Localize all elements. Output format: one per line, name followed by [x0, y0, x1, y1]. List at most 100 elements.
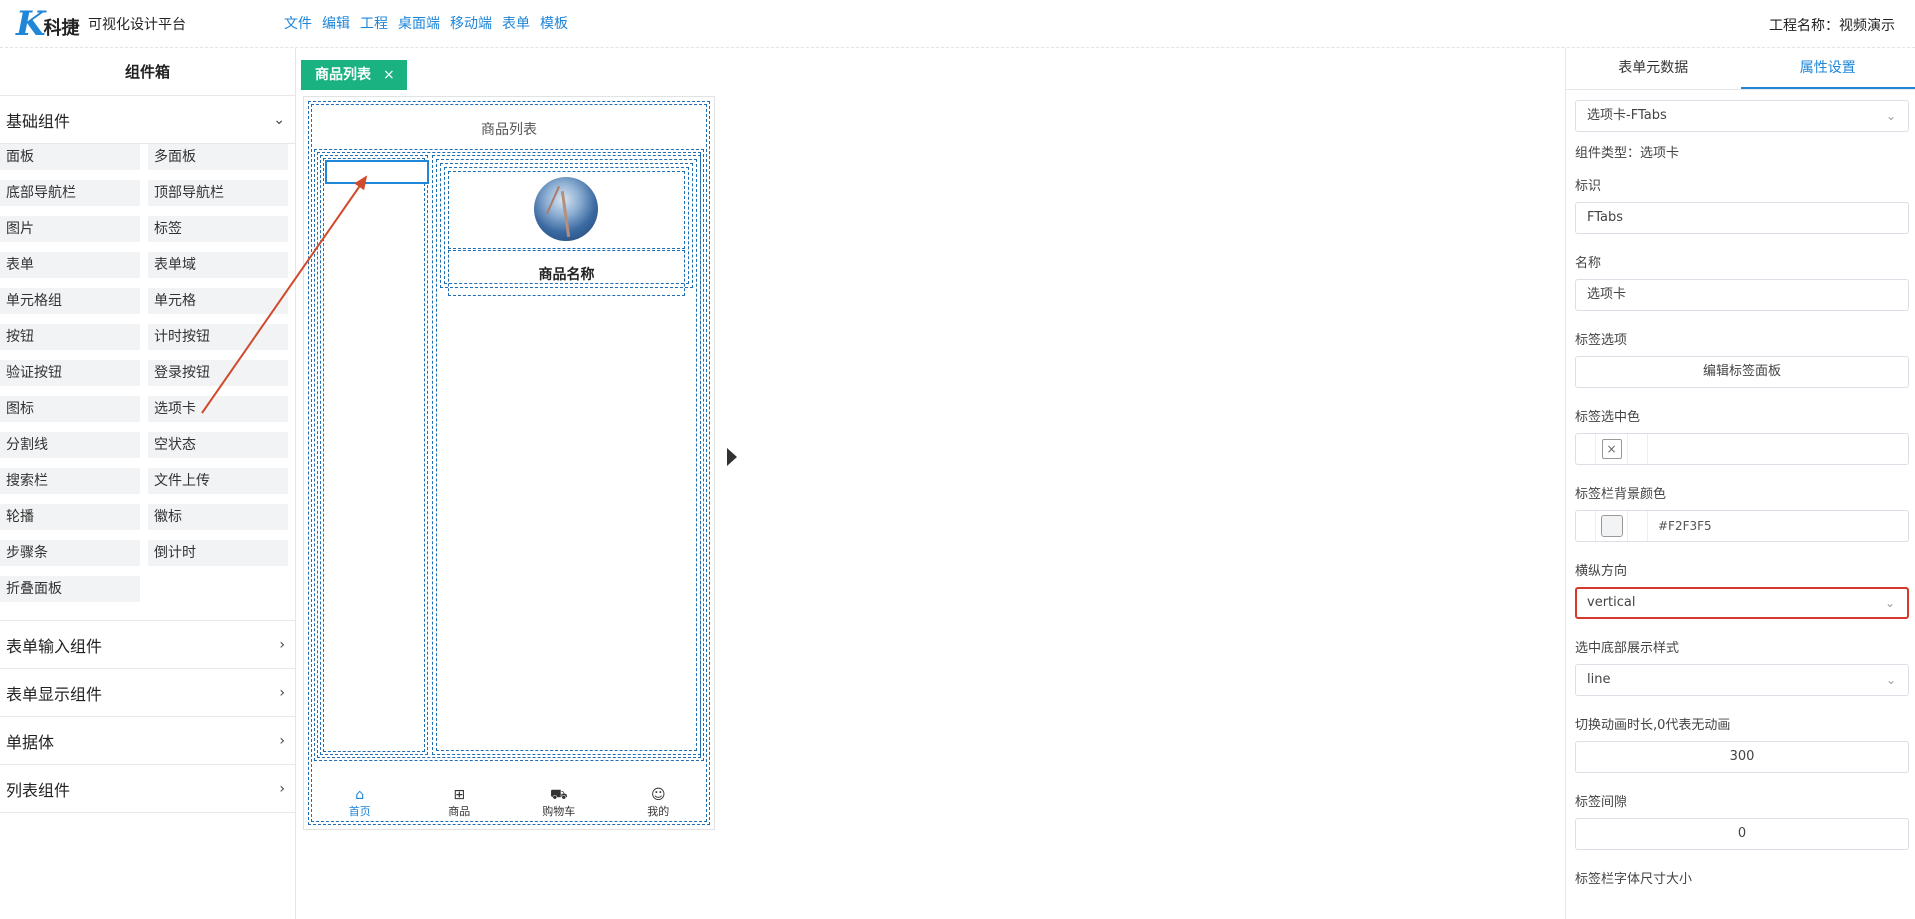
- smile-icon: ☺: [650, 787, 666, 803]
- name-input[interactable]: 选项卡: [1575, 279, 1909, 311]
- bar-bg-color-value[interactable]: #F2F3F5: [1648, 511, 1908, 541]
- color-swatch-box[interactable]: ×: [1596, 434, 1628, 464]
- panel-tabs: 表单元数据 属性设置: [1566, 48, 1915, 90]
- component-item[interactable]: 验证按钮: [0, 360, 140, 386]
- group-form-display[interactable]: 表单显示组件 ›: [0, 669, 295, 717]
- id-input[interactable]: FTabs: [1575, 202, 1909, 234]
- tabbar-label: 购物车: [542, 805, 576, 818]
- component-item[interactable]: 单元格组: [0, 288, 140, 314]
- component-item[interactable]: 空状态: [148, 432, 288, 458]
- main-menu: 文件 编辑 工程 桌面端 移动端 表单 模板: [284, 13, 568, 33]
- menu-form[interactable]: 表单: [502, 13, 530, 33]
- color-prefix: [1576, 511, 1596, 541]
- component-item[interactable]: 徽标: [148, 504, 288, 530]
- tabbar-item-goods[interactable]: ⊞ 商品: [410, 781, 510, 825]
- group-label: 单据体: [6, 732, 55, 752]
- menu-project[interactable]: 工程: [360, 13, 388, 33]
- component-item[interactable]: 多面板: [148, 144, 288, 170]
- chevron-down-icon: ⌄: [1884, 596, 1895, 610]
- chevron-down-icon: ⌄: [1885, 673, 1896, 687]
- component-item[interactable]: 计时按钮: [148, 324, 288, 350]
- color-swatch-box[interactable]: [1596, 511, 1628, 541]
- component-item[interactable]: 标签: [148, 216, 288, 242]
- component-select[interactable]: 选项卡-FTabs ⌄: [1575, 100, 1909, 132]
- chevron-right-icon: ›: [279, 684, 285, 701]
- component-item[interactable]: 轮播: [0, 504, 140, 530]
- product-image[interactable]: [534, 177, 598, 241]
- component-item[interactable]: 倒计时: [148, 540, 288, 566]
- tab-form-metadata[interactable]: 表单元数据: [1566, 48, 1741, 89]
- tabbar-label: 商品: [448, 805, 471, 818]
- component-type: 组件类型：选项卡: [1575, 146, 1680, 161]
- design-canvas: 商品列表 × 商品列表 商品名称 ⌂ 首页 ⊞ 商品 ⛟ 购物车 ☺ 我的: [297, 48, 1565, 919]
- color-prefix: [1576, 434, 1596, 464]
- mobile-preview: 商品列表 商品名称 ⌂ 首页 ⊞ 商品 ⛟ 购物车 ☺ 我的: [303, 96, 715, 830]
- tab-gap-input[interactable]: 0: [1575, 818, 1909, 850]
- menu-file[interactable]: 文件: [284, 13, 312, 33]
- bottom-style-value: line: [1587, 672, 1611, 687]
- page-tab-label: 商品列表: [315, 67, 371, 83]
- component-item[interactable]: 图片: [0, 216, 140, 242]
- component-item[interactable]: 按钮: [0, 324, 140, 350]
- property-panel: 表单元数据 属性设置 选项卡-FTabs ⌄ 组件类型：选项卡 标识 FTabs…: [1565, 48, 1915, 919]
- chevron-down-icon: ⌄: [1885, 109, 1896, 123]
- tab-nav-selected[interactable]: [325, 160, 429, 184]
- component-item-tabs[interactable]: 选项卡: [148, 396, 288, 422]
- tab-nav-inner: [323, 158, 425, 752]
- component-item[interactable]: 搜索栏: [0, 468, 140, 494]
- close-icon[interactable]: ×: [383, 60, 395, 90]
- direction-select-value: vertical: [1587, 595, 1636, 610]
- collapse-right-icon[interactable]: [727, 448, 737, 466]
- component-item[interactable]: 面板: [0, 144, 140, 170]
- tabbar-label: 我的: [647, 805, 670, 818]
- group-basic-components[interactable]: 基础组件 ⌄: [0, 96, 295, 144]
- tabbar-label: 首页: [348, 805, 371, 818]
- bar-bg-color-picker[interactable]: #F2F3F5: [1575, 510, 1909, 542]
- logo-name: 科捷: [43, 18, 80, 39]
- chevron-right-icon: ›: [279, 636, 285, 653]
- active-color-picker[interactable]: ×: [1575, 433, 1909, 465]
- panel-body: 选项卡-FTabs ⌄ 组件类型：选项卡 标识 FTabs 名称 选项卡 标签选…: [1566, 100, 1915, 887]
- component-item[interactable]: 顶部导航栏: [148, 180, 288, 206]
- component-item[interactable]: 步骤条: [0, 540, 140, 566]
- component-item[interactable]: 表单域: [148, 252, 288, 278]
- edit-tab-panels-button[interactable]: 编辑标签面板: [1575, 356, 1909, 388]
- active-color-value[interactable]: [1648, 434, 1908, 464]
- menu-desktop[interactable]: 桌面端: [398, 13, 440, 33]
- group-list-components[interactable]: 列表组件 ›: [0, 765, 295, 813]
- chevron-down-icon: ⌄: [273, 111, 285, 128]
- component-item[interactable]: 表单: [0, 252, 140, 278]
- animation-duration-input[interactable]: 300: [1575, 741, 1909, 773]
- group-basic-label: 基础组件: [6, 111, 71, 131]
- group-document-body[interactable]: 单据体 ›: [0, 717, 295, 765]
- direction-select[interactable]: vertical ⌄: [1575, 587, 1909, 619]
- component-item[interactable]: 单元格: [148, 288, 288, 314]
- tabbar-item-cart[interactable]: ⛟ 购物车: [509, 781, 609, 825]
- group-label: 表单显示组件: [6, 684, 103, 704]
- menu-mobile[interactable]: 移动端: [450, 13, 492, 33]
- chevron-right-icon: ›: [279, 780, 285, 797]
- component-item[interactable]: 底部导航栏: [0, 180, 140, 206]
- component-item[interactable]: 图标: [0, 396, 140, 422]
- project-name: 工程名称：视频演示: [1769, 18, 1895, 34]
- product-name: 商品名称: [538, 267, 595, 283]
- component-item[interactable]: 分割线: [0, 432, 140, 458]
- tabbar-item-mine[interactable]: ☺ 我的: [609, 781, 709, 825]
- home-icon: ⌂: [355, 787, 365, 803]
- menu-template[interactable]: 模板: [540, 13, 568, 33]
- tab-property-settings[interactable]: 属性设置: [1740, 48, 1915, 89]
- component-sidebar: 组件箱 基础组件 ⌄ 面板 多面板 底部导航栏 顶部导航栏 图片 标签 表单 表…: [0, 48, 296, 919]
- logo: K 科捷: [16, 6, 80, 42]
- tabbar-item-home[interactable]: ⌂ 首页: [310, 781, 410, 825]
- logo-mark: K: [16, 4, 46, 44]
- group-form-input[interactable]: 表单输入组件 ›: [0, 621, 295, 669]
- page-tab[interactable]: 商品列表 ×: [301, 60, 407, 90]
- font-size-label: 标签栏字体尺寸大小: [1575, 872, 1693, 887]
- component-item[interactable]: 折叠面板: [0, 576, 140, 602]
- chevron-right-icon: ›: [279, 732, 285, 749]
- menu-edit[interactable]: 编辑: [322, 13, 350, 33]
- bottom-style-select[interactable]: line ⌄: [1575, 664, 1909, 696]
- active-color-label: 标签选中色: [1575, 410, 1641, 425]
- component-item[interactable]: 登录按钮: [148, 360, 288, 386]
- component-item[interactable]: 文件上传: [148, 468, 288, 494]
